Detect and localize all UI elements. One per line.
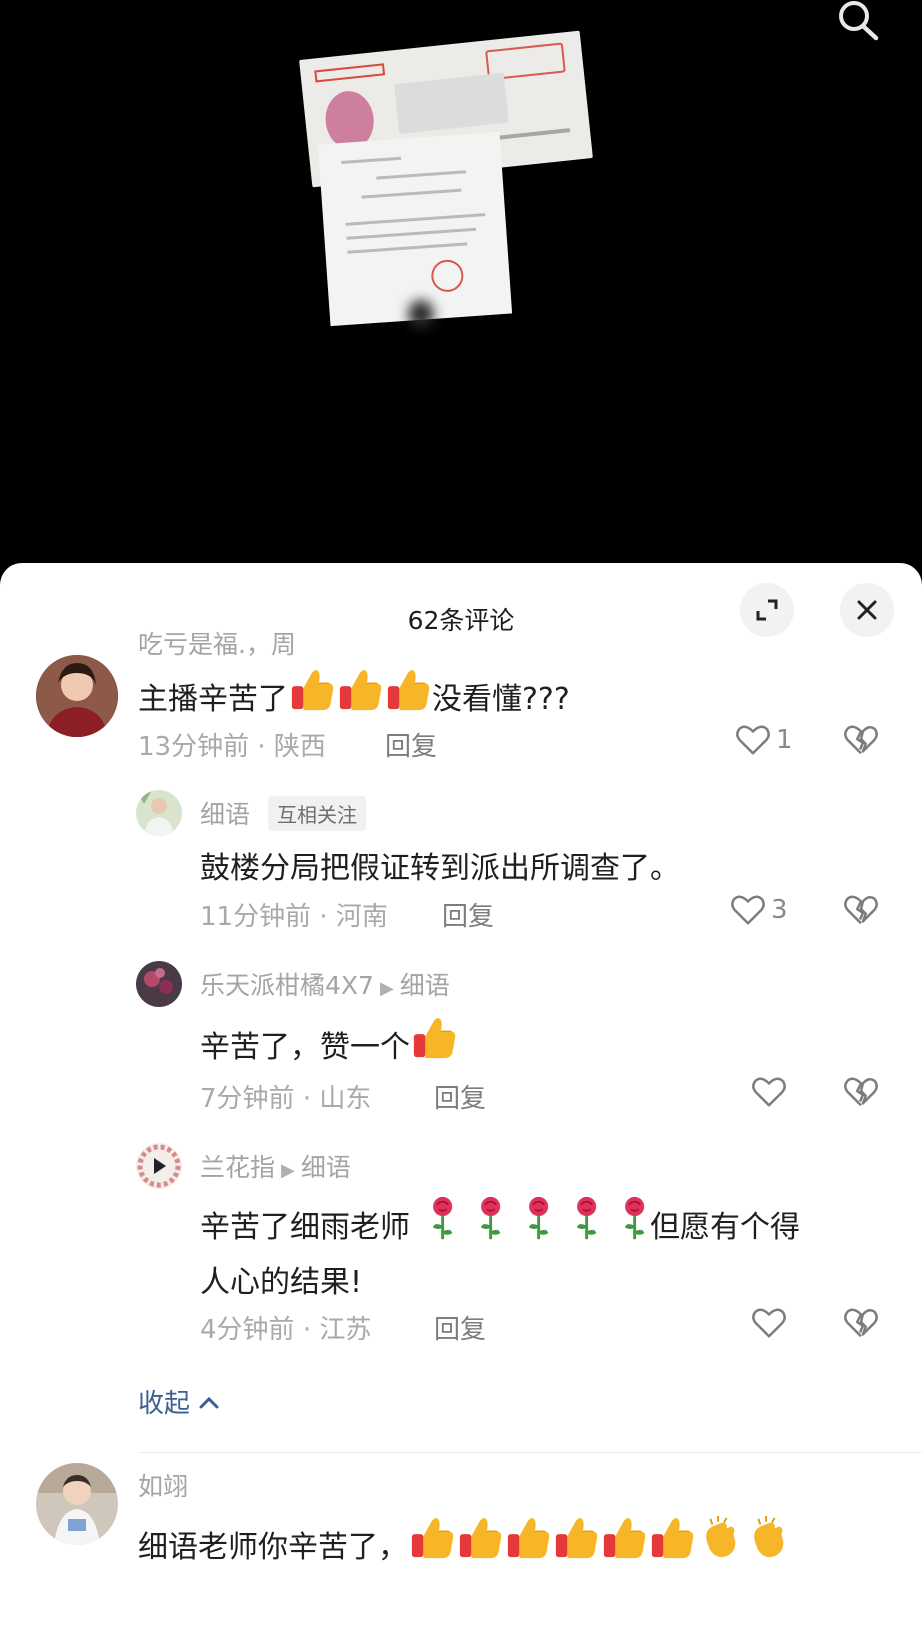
clapping-hands-emoji xyxy=(696,1515,744,1561)
reply-content: 鼓楼分局把假证转到派出所调查了。 xyxy=(200,851,680,886)
reply-text: 辛苦了细雨老师 xyxy=(200,1210,410,1245)
avatar[interactable] xyxy=(136,961,182,1007)
reply-location: 河南 xyxy=(335,902,388,932)
reply-username-line: 乐天派柑橘4X7 ▶ 细语 xyxy=(200,966,450,1002)
reply-meta: 7分钟前 · 山东 xyxy=(200,1084,372,1114)
reply-button[interactable]: 回复 xyxy=(385,726,437,763)
reply-time: 11分钟前 xyxy=(200,902,312,932)
divider xyxy=(138,1452,922,1453)
thumbs-up-emoji xyxy=(410,1015,458,1061)
close-button[interactable] xyxy=(840,583,894,637)
reply-content: 辛苦了，赞一个 xyxy=(200,1015,458,1066)
reply-username[interactable]: 乐天派柑橘4X7 xyxy=(200,971,374,1000)
like-button[interactable] xyxy=(750,1073,792,1111)
collapse-replies-button[interactable]: 收起 xyxy=(138,1383,220,1420)
heart-icon xyxy=(729,891,767,929)
like-count: 1 xyxy=(776,725,793,755)
reply-meta: 11分钟前 · 河南 xyxy=(200,902,388,932)
comment-meta: 13分钟前 · 陕西 xyxy=(138,732,326,762)
heart-icon xyxy=(750,1304,788,1342)
collapse-label: 收起 xyxy=(138,1389,191,1419)
broken-heart-icon[interactable] xyxy=(842,1304,880,1342)
reply-button[interactable]: 回复 xyxy=(434,1078,486,1115)
thumbs-up-emoji xyxy=(600,1515,648,1561)
broken-heart-icon[interactable] xyxy=(842,891,880,929)
thumbs-up-emoji xyxy=(456,1515,504,1561)
reply-username-line: 兰花指 ▶ 细语 xyxy=(200,1148,351,1184)
thumbs-up-emoji xyxy=(504,1515,552,1561)
rose-emoji xyxy=(410,1195,458,1241)
letter-image xyxy=(317,131,513,327)
broken-heart-icon[interactable] xyxy=(842,721,880,759)
triangle-right-icon: ▶ xyxy=(281,1160,295,1181)
avatar[interactable] xyxy=(36,1463,118,1545)
rose-emoji xyxy=(458,1195,506,1241)
reply-location: 江苏 xyxy=(319,1315,372,1345)
triangle-right-icon: ▶ xyxy=(379,978,394,999)
reply-location: 山东 xyxy=(319,1084,372,1114)
mutual-follow-badge: 互相关注 xyxy=(268,796,366,831)
reply-content-line-1: 辛苦了细雨老师 但愿有个得 xyxy=(200,1195,800,1246)
like-button[interactable]: 1 xyxy=(734,721,793,759)
reply-username[interactable]: 兰花指 xyxy=(200,1153,275,1182)
reply-time: 7分钟前 xyxy=(200,1084,295,1114)
reply-button[interactable]: 回复 xyxy=(434,1309,486,1346)
comment-content: 主播辛苦了 没看懂??? xyxy=(138,667,570,718)
chevron-up-icon xyxy=(199,1396,219,1408)
reply-text: 辛苦了，赞一个 xyxy=(200,1030,410,1065)
like-button[interactable]: 3 xyxy=(729,891,788,929)
reply-text-continued: 但愿有个得 xyxy=(650,1210,800,1245)
like-count: 3 xyxy=(771,895,788,925)
expand-button[interactable] xyxy=(740,583,794,637)
reply-to-username[interactable]: 细语 xyxy=(400,971,450,1000)
thumbs-up-emoji xyxy=(408,1515,456,1561)
heart-icon xyxy=(750,1073,788,1111)
clapping-hands-emoji xyxy=(744,1515,792,1561)
comment-sheet: 62条评论 吃亏是福.，周 主播辛苦了没看懂??? 13分钟前 · 陕西 回复 xyxy=(0,563,922,1628)
comment-content: 细语老师你辛苦了， xyxy=(138,1515,792,1566)
comment-location: 陕西 xyxy=(273,732,326,762)
thumbs-up-emoji xyxy=(552,1515,600,1561)
expand-icon xyxy=(756,599,778,621)
comment-time: 13分钟前 xyxy=(138,732,250,762)
broken-heart-icon[interactable] xyxy=(842,1073,880,1111)
rose-emoji xyxy=(554,1195,602,1241)
avatar[interactable] xyxy=(36,655,118,737)
comment-username[interactable]: 吃亏是福.，周 xyxy=(138,625,296,661)
thumbs-up-emoji xyxy=(648,1515,696,1561)
comment-text-suffix: 没看懂??? xyxy=(432,682,570,717)
comment-text: 主播辛苦了 xyxy=(138,682,288,717)
rose-emoji xyxy=(506,1195,554,1241)
reply-content-line-2: 人心的结果! xyxy=(200,1265,363,1300)
thumbs-up-emoji xyxy=(336,667,384,713)
reply-button[interactable]: 回复 xyxy=(442,896,494,933)
reply-to-username[interactable]: 细语 xyxy=(301,1153,351,1182)
video-area[interactable] xyxy=(0,0,922,580)
rose-emoji xyxy=(602,1195,650,1241)
comment-text: 细语老师你辛苦了， xyxy=(138,1530,408,1565)
avatar[interactable] xyxy=(136,1143,182,1189)
reply-time: 4分钟前 xyxy=(200,1315,295,1345)
reply-meta: 4分钟前 · 江苏 xyxy=(200,1315,372,1345)
thumbs-up-emoji xyxy=(288,667,336,713)
reply-username[interactable]: 细语 xyxy=(200,795,250,831)
search-icon[interactable] xyxy=(832,0,884,44)
like-button[interactable] xyxy=(750,1304,792,1342)
close-icon xyxy=(857,600,877,620)
thumbs-up-emoji xyxy=(384,667,432,713)
heart-icon xyxy=(734,721,772,759)
avatar[interactable] xyxy=(136,790,182,836)
comment-username[interactable]: 如翊 xyxy=(138,1467,188,1503)
